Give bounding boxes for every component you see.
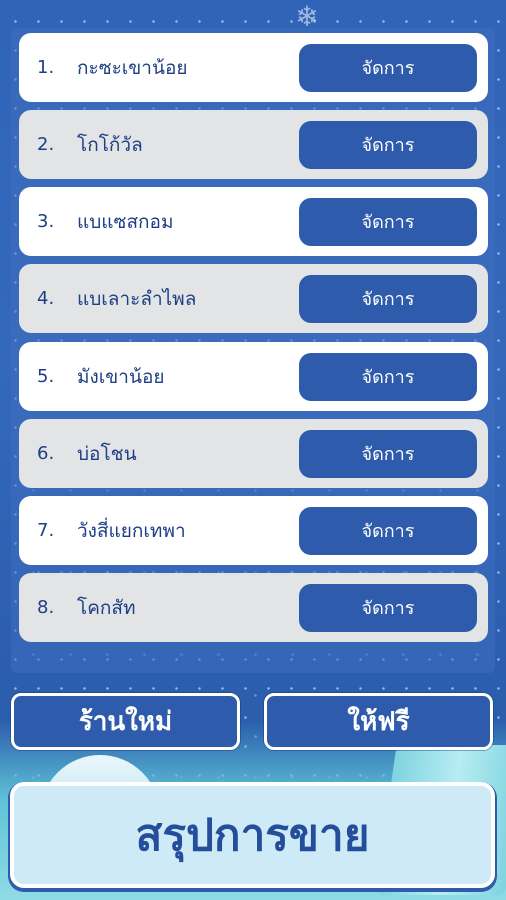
manage-button[interactable]: จัดการ [299, 506, 477, 555]
store-name: วังสี่แยกเทพา [77, 519, 186, 542]
store-number: 7. [37, 520, 55, 541]
store-row-1: 1. กะซะเขาน้อย จัดการ [19, 33, 488, 102]
store-number: 1. [37, 57, 55, 78]
store-row-5: 5. มังเขาน้อย จัดการ [19, 342, 488, 411]
sales-screen: ❄ 1. กะซะเขาน้อย จัดการ 2. โกโก้วัล จัดก… [0, 0, 506, 900]
store-row-6: 6. บ่อโชน จัดการ [19, 419, 488, 488]
store-number: 2. [37, 134, 55, 155]
sales-summary-button[interactable]: สรุปการขาย [10, 782, 495, 888]
store-name: มังเขาน้อย [77, 365, 165, 388]
store-row-8: 8. โคกสัท จัดการ [19, 573, 488, 642]
store-row-2: 2. โกโก้วัล จัดการ [19, 110, 488, 179]
store-number: 6. [37, 443, 55, 464]
store-name: กะซะเขาน้อย [77, 56, 188, 79]
manage-button[interactable]: จัดการ [299, 274, 477, 323]
manage-button[interactable]: จัดการ [299, 352, 477, 401]
manage-button[interactable]: จัดการ [299, 583, 477, 632]
store-name: โคกสัท [77, 596, 136, 619]
store-name: แบเลาะลำไพล [77, 287, 197, 310]
store-number: 3. [37, 211, 55, 232]
store-row-3: 3. แบแซสกอม จัดการ [19, 187, 488, 256]
store-name: โกโก้วัล [77, 133, 143, 156]
store-row-4: 4. แบเลาะลำไพล จัดการ [19, 264, 488, 333]
store-number: 8. [37, 597, 55, 618]
store-number: 4. [37, 288, 55, 309]
give-free-button[interactable]: ให้ฟรี [264, 693, 493, 750]
store-row-7: 7. วังสี่แยกเทพา จัดการ [19, 496, 488, 565]
manage-button[interactable]: จัดการ [299, 43, 477, 92]
manage-button[interactable]: จัดการ [299, 429, 477, 478]
store-number: 5. [37, 366, 55, 387]
new-store-button[interactable]: ร้านใหม่ [11, 693, 240, 750]
store-name: บ่อโชน [77, 442, 137, 465]
manage-button[interactable]: จัดการ [299, 197, 477, 246]
manage-button[interactable]: จัดการ [299, 120, 477, 169]
store-name: แบแซสกอม [77, 210, 174, 233]
